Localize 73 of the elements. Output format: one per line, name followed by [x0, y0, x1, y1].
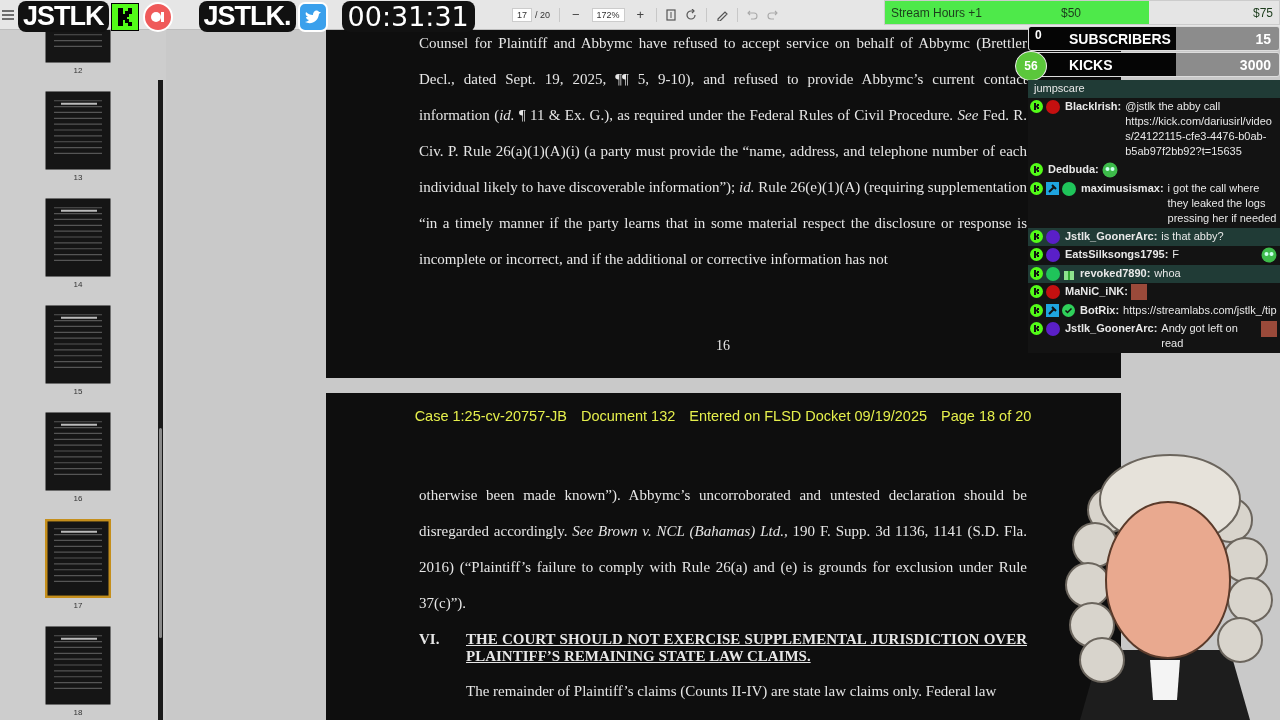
zoom-field[interactable]: 172% [591, 7, 625, 22]
stream-timer: 00:31:31 [341, 1, 475, 32]
page-thumbnail-label: 17 [73, 601, 83, 611]
page-thumbnail[interactable] [45, 198, 111, 277]
subscriber-badge-icon [1062, 181, 1076, 196]
subscriber-badge-icon [1046, 247, 1060, 262]
docket-header-text: Entered on FLSD Docket 09/19/2025 [689, 407, 928, 425]
chat-username[interactable]: BlackIrish: [1065, 99, 1122, 114]
goal-label: SUBSCRIBERS [1069, 30, 1171, 47]
subscriber-badge-icon [1046, 99, 1060, 114]
page-number-field[interactable]: 17 [511, 7, 532, 22]
page-thumbnail-label: 12 [73, 66, 83, 76]
chat-username[interactable]: Jstlk_GoonerArc: [1065, 321, 1158, 336]
section-heading: THE COURT SHOULD NOT EXERCISE SUPPLEMENTAL JURISDICTION OVER PLAINTIFF’S REMAINING STATE LAW CLAIMS. [466, 631, 1027, 665]
goal-target: 3000 [1239, 56, 1272, 73]
chat-username[interactable]: revoked7890: [1080, 266, 1151, 281]
rotate-icon[interactable] [685, 8, 698, 21]
goal-label: Stream Hours +1 [890, 5, 984, 20]
page-thumbnail-label: 14 [73, 280, 83, 290]
page-thumbnail[interactable] [45, 91, 111, 170]
subscriber-badge-icon [1046, 284, 1060, 299]
goal-current: 0 [1035, 28, 1042, 42]
page-thumbnail-label: 18 [73, 708, 83, 718]
subscriber-badge-icon [1046, 321, 1060, 336]
page-thumbnail[interactable] [45, 305, 111, 384]
goal-label: KICKS [1069, 56, 1113, 73]
kick-badge-icon [1030, 230, 1043, 243]
page-thumbnail-label: 15 [73, 387, 83, 397]
scrollbar[interactable] [158, 80, 163, 720]
chat-message-text: https://streamlabs.com/jstlk_/tip [1123, 303, 1277, 318]
emote-photo-placeholder [1130, 284, 1147, 300]
chat-message-text: Andy got left on read [1161, 321, 1239, 351]
chat-username[interactable]: Jstlk_GoonerArc: [1065, 229, 1158, 244]
body-paragraph: The remainder of Plaintiff’s claims (Counts II-IV) are state law claims only. Federal law [465, 682, 998, 701]
chat-message-text: F [1172, 247, 1181, 262]
zoom-in-button[interactable]: + [633, 7, 648, 22]
chat-username[interactable]: MaNiC_iNK: [1065, 284, 1128, 299]
page-thumbnail[interactable] [45, 412, 111, 491]
emote-photo-placeholder [1261, 321, 1277, 337]
chat-username[interactable]: BotRix: [1080, 303, 1120, 318]
channel-logo-text: JSTLK [18, 1, 109, 32]
body-paragraph: otherwise been made known”). Abbymc’s uncorroborated and untested declaration should be disregarded accordingly. See Brown v. NCL (Bahamas) Ltd., 190 F. Supp. 3d 1136, 1141 (S.D. Fla. 2016) (“Plaintiff’s failure to comply with Rule 26(a) and (e) is grounds for exclusion under Rule 37(c)”). [419, 486, 1027, 613]
page-thumbnail[interactable] [45, 626, 111, 705]
docket-header-text: Document 132 [580, 407, 676, 425]
fit-page-icon[interactable] [666, 8, 677, 21]
goal-target: 15 [1255, 30, 1272, 47]
goal-target: $75 [1252, 5, 1274, 20]
menu-icon[interactable] [2, 9, 14, 20]
section-number: VI. [419, 631, 441, 649]
goal-current: $50 [1061, 5, 1083, 20]
bird-icon [297, 1, 328, 32]
docket-header-text: Case 1:25-cv-20757-JB [414, 407, 567, 425]
subscriber-badge-icon [1046, 266, 1060, 281]
page-total: / 20 [534, 9, 550, 20]
chat-message-text: @jstlk the abby call https://kick.com/dariusirl/videos/24122115-cfe3-4476-b0ab-b5ab97f2bb92?t=15635 [1125, 99, 1273, 159]
chat-username[interactable]: maximusismax: [1081, 181, 1164, 196]
chat-username[interactable]: Dedbuda: [1048, 162, 1099, 177]
page-thumbnail-label: 13 [73, 173, 83, 183]
page-number: 16 [716, 337, 730, 355]
subscriber-badge-icon [1046, 229, 1060, 244]
zoom-out-button[interactable]: − [568, 7, 583, 22]
record-icon [142, 1, 173, 32]
emote-icon [1261, 247, 1277, 263]
chat-message-text: jumpscare [1034, 81, 1086, 96]
kick-badge-icon [1030, 267, 1043, 280]
docket-header-text: Page 18 of 20 [941, 407, 1032, 425]
chat-message-text: whoa [1154, 266, 1182, 281]
page-thumbnail[interactable] [45, 519, 111, 598]
channel-logo-text: JSTLK. [198, 1, 296, 32]
chat-username[interactable]: EatsSilksongs1795: [1065, 247, 1169, 262]
chat-message-text: is that abby? [1161, 229, 1225, 244]
emote-icon [1101, 162, 1118, 178]
page-thumbnail-label: 16 [73, 494, 83, 504]
